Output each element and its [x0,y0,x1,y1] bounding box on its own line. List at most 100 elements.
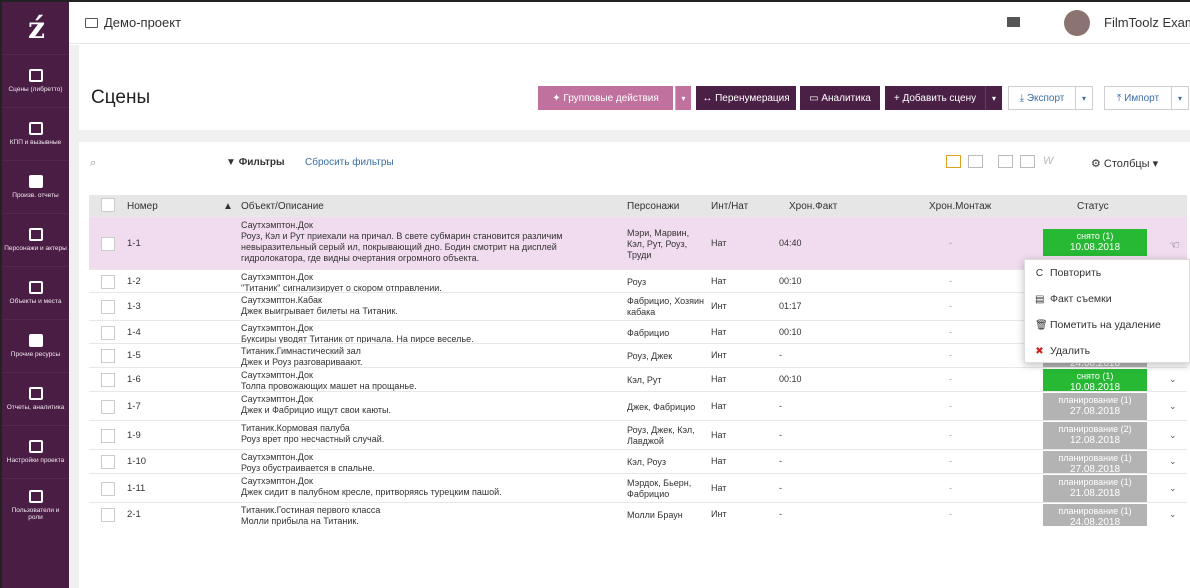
status-badge[interactable]: планирование (1)24.08.2018 [1043,504,1147,528]
table-row[interactable]: 1-11 Саутхэмптон.Док Джек сидит в палубном… [89,473,1187,502]
col-int[interactable]: Инт/Нат [711,201,748,212]
col-per[interactable]: Персонажи [627,201,679,212]
download-icon: ⤓ [1019,92,1027,104]
table-row[interactable]: 1-3 Саутхэмптон.Кабак Джек выигрывает биле… [89,292,1187,320]
add-scene-button[interactable]: + Добавить сцену [885,86,985,110]
chevron-down-icon[interactable]: ⌄ [1169,483,1177,494]
scene-int-ext: Инт [711,301,727,311]
col-hm[interactable]: Хрон.Монтаж [929,201,991,212]
wrap-view-icon[interactable]: W [1043,155,1058,168]
status-badge[interactable]: планирование (1) 27.08.2018 [1043,451,1147,475]
sidebar-item-0[interactable]: Сцены (либретто) [2,54,69,107]
split-view-icon[interactable] [998,155,1013,168]
status-badge[interactable]: планирование (1) 27.08.2018 [1043,393,1147,420]
analytics-button[interactable]: ▭ Аналитика [800,86,880,110]
scene-duration-edit: - [949,301,952,311]
scene-characters: Роуз, Джек [627,350,673,361]
username[interactable]: FilmToolz Examp [1104,15,1190,30]
scene-number: 1-4 [127,327,141,338]
row-checkbox[interactable] [101,349,115,363]
table-row[interactable]: 1-2 Саутхэмптон.Док "Титаник" сигнализируе… [89,269,1187,293]
status-badge[interactable]: планирование (1) 21.08.2018 [1043,475,1147,502]
table-row[interactable]: 1-4 Саутхэмптон.Док Буксиры уводят Титаник… [89,320,1187,344]
import-button[interactable]: ⤒ Импорт [1104,86,1172,110]
sidebar-item-7[interactable]: Настройки проекта [2,425,69,478]
scene-description: Джек и Фабрицио ищут свои каюты. [241,405,391,415]
sidebar-item-label: Объекты и места [9,298,62,305]
row-checkbox[interactable] [101,275,115,289]
status-badge[interactable]: планирование (2) 12.08.2018 [1043,422,1147,449]
col-hf[interactable]: Хрон.Факт [789,201,837,212]
sidebar-item-1[interactable]: КПП и вызывные [2,107,69,160]
table-row[interactable]: 1-5 Титаник.Гимнастический зал Джек и Роуз… [89,343,1187,369]
sidebar-item-3[interactable]: Персонажи и актеры [2,213,69,266]
filters-button[interactable]: ▼ Фильтры [226,157,285,168]
table-row[interactable]: 1-6 Саутхэмптон.Док Толпа провожающих маше… [89,367,1187,393]
color-view-icon[interactable] [946,155,961,168]
chevron-down-icon[interactable]: ⌄ [1169,456,1177,467]
row-checkbox[interactable] [101,237,115,251]
sidebar-item-2[interactable]: Произв. отчеты [2,160,69,213]
row-checkbox[interactable] [101,326,115,340]
import-dropdown[interactable]: ▾ [1171,86,1189,110]
columns-button[interactable]: ⚙ Столбцы ▾ [1091,157,1158,170]
arrows-icon: ↔ [702,92,716,104]
scene-description: Роуз, Кэл и Рут приехали на причал. В св… [241,231,563,263]
status-date: 24.08.2018 [1069,517,1121,528]
upload-icon: ⤒ [1116,92,1125,104]
chevron-down-icon[interactable]: ⌄ [1169,401,1177,412]
avatar[interactable] [1064,10,1090,36]
sidebar-item-label: Сцены (либретто) [8,86,63,93]
row-checkbox[interactable] [101,482,115,496]
status-badge[interactable]: снято (1) 10.08.2018 [1043,229,1147,256]
menu-repeat[interactable]: C Повторить [1025,260,1189,286]
grid-view-icon[interactable] [968,155,983,168]
scene-duration-edit: - [949,350,952,360]
pointer-icon: ☜ [1169,238,1180,252]
col-obj[interactable]: Объект/Описание [241,201,324,212]
reset-filters-link[interactable]: Сбросить фильтры [305,157,394,168]
sidebar-item-5[interactable]: Прочие ресурсы [2,319,69,372]
project-breadcrumb[interactable]: Демо-проект [85,15,181,30]
mail-icon[interactable] [1007,17,1020,27]
sort-up-icon[interactable]: ▲ [223,201,233,212]
table-row[interactable]: 1-9 Титаник.Кормовая палуба Роуз врет про … [89,420,1187,449]
add-scene-dropdown[interactable]: ▾ [985,86,1002,110]
table-row[interactable]: 1-7 Саутхэмптон.Док Джек и Фабрицио ищут с… [89,391,1187,420]
row-checkbox[interactable] [101,300,115,314]
row-checkbox[interactable] [101,429,115,443]
table-row[interactable]: 2-1 Титаник.Гостиная первого класса Молли … [89,502,1187,528]
status-date: 21.08.2018 [1069,488,1121,499]
table-row[interactable]: 1-1 Саутхэмптон.Док Роуз, Кэл и Рут приеха… [89,216,1187,269]
chevron-down-icon[interactable]: ⌄ [1169,430,1177,441]
scene-location: Титаник.Гостиная первого класса [241,505,381,515]
logo[interactable]: ź [2,2,69,54]
chevron-down-icon[interactable]: ⌄ [1169,509,1177,520]
chevron-down-icon[interactable]: ⌄ [1169,374,1177,385]
status-badge[interactable]: снято (1) 10.08.2018 [1043,369,1147,393]
export-button[interactable]: ⤓ Экспорт [1008,86,1076,110]
group-actions-button[interactable]: ✦ Групповые действия [538,86,673,110]
row-checkbox[interactable] [101,455,115,469]
scene-description: Джек выигрывает билеты на Титаник. [241,306,398,316]
menu-mark-delete[interactable]: 🗑 Пометить на удаление [1025,312,1189,338]
row-checkbox[interactable] [101,400,115,414]
table-row[interactable]: 1-10 Саутхэмптон.Док Роуз обустраивается в… [89,449,1187,475]
export-dropdown[interactable]: ▾ [1075,86,1093,110]
sidebar-item-6[interactable]: Отчеты, аналитика [2,372,69,425]
search-icon[interactable]: ⌕ [90,157,96,170]
scene-characters: Роуз [627,276,647,287]
select-all-checkbox[interactable] [101,198,115,212]
scene-duration-fact: - [779,483,782,493]
group-actions-dropdown[interactable]: ▾ [675,86,691,110]
list-view-icon[interactable] [1020,155,1035,168]
menu-delete[interactable]: ✖ Удалить [1025,338,1189,364]
sidebar-item-4[interactable]: Объекты и места [2,266,69,319]
menu-fact[interactable]: ▤ Факт съемки [1025,286,1189,312]
renumber-button[interactable]: ↔ Перенумерация [696,86,796,110]
row-checkbox[interactable] [101,373,115,387]
col-stat[interactable]: Статус [1077,201,1109,212]
sidebar-item-8[interactable]: Пользователи и роли [2,478,69,531]
row-checkbox[interactable] [101,508,115,522]
col-num[interactable]: Номер [127,201,158,212]
